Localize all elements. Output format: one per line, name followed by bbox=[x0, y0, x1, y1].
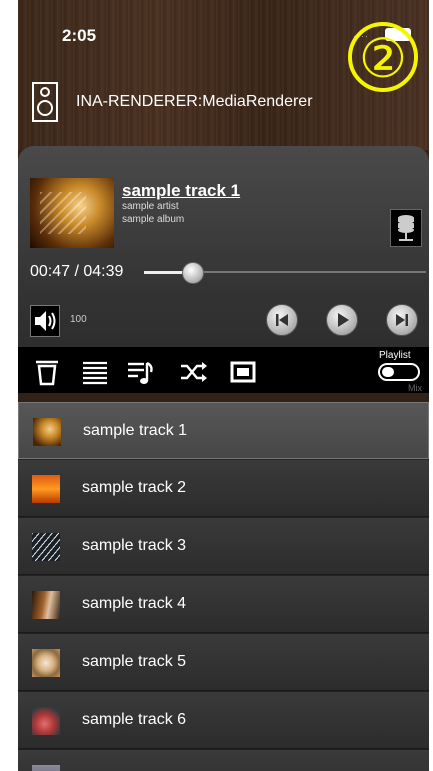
seek-thumb[interactable] bbox=[181, 262, 204, 284]
now-playing-title[interactable]: sample track 1 bbox=[122, 181, 240, 201]
track-label: sample track 3 bbox=[82, 537, 187, 554]
playlist-item[interactable]: sample track 3 bbox=[18, 518, 429, 575]
playlist-item[interactable]: sample track 6 bbox=[18, 692, 429, 749]
playlist-mix-toggle[interactable] bbox=[378, 363, 420, 381]
track-label: sample track 1 bbox=[83, 422, 188, 439]
database-icon[interactable] bbox=[390, 209, 422, 247]
skip-next-icon[interactable] bbox=[386, 304, 418, 336]
list-icon[interactable] bbox=[80, 357, 110, 387]
track-thumbnail bbox=[32, 591, 60, 619]
track-thumbnail bbox=[32, 475, 60, 503]
play-icon[interactable] bbox=[326, 304, 358, 336]
playlist-item[interactable]: sample track 5 bbox=[18, 634, 429, 691]
step-badge: ② bbox=[348, 22, 418, 92]
track-thumbnail bbox=[32, 533, 60, 561]
status-time: 2:05 bbox=[62, 26, 97, 45]
mix-mode-label: Mix bbox=[408, 383, 422, 393]
album-art bbox=[30, 178, 114, 248]
trash-icon[interactable] bbox=[32, 357, 62, 387]
elapsed-time: 00:47 / 04:39 bbox=[30, 263, 124, 280]
track-thumbnail bbox=[32, 649, 60, 677]
playlist-item[interactable]: sample track 1 bbox=[18, 402, 429, 459]
repeat-icon[interactable] bbox=[228, 357, 258, 387]
playlist-item-partial[interactable] bbox=[18, 750, 429, 771]
now-playing-artist: sample artist bbox=[122, 201, 179, 212]
renderer-name[interactable]: INA-RENDERER:MediaRenderer bbox=[76, 93, 313, 111]
queue-music-icon[interactable] bbox=[126, 357, 156, 387]
track-label: sample track 6 bbox=[82, 711, 187, 728]
track-label: sample track 5 bbox=[82, 653, 187, 670]
track-label: sample track 4 bbox=[82, 595, 187, 612]
track-thumbnail bbox=[32, 765, 60, 771]
track-label: sample track 2 bbox=[82, 479, 187, 496]
track-thumbnail bbox=[33, 418, 61, 446]
playlist-item[interactable]: sample track 4 bbox=[18, 576, 429, 633]
toggle-knob bbox=[382, 367, 394, 377]
playlist-mode-label: Playlist bbox=[379, 350, 411, 361]
now-playing-album: sample album bbox=[122, 214, 185, 225]
speaker-device-icon[interactable] bbox=[32, 82, 58, 122]
playlist-item[interactable]: sample track 2 bbox=[18, 460, 429, 517]
volume-level: 100 bbox=[70, 314, 87, 325]
track-thumbnail bbox=[32, 707, 60, 735]
skip-previous-icon[interactable] bbox=[266, 304, 298, 336]
shuffle-icon[interactable] bbox=[178, 357, 208, 387]
app-screen: 2:05 ···· ② INA-RENDERER:MediaRenderer s… bbox=[18, 0, 429, 771]
speaker-icon[interactable] bbox=[30, 305, 60, 337]
